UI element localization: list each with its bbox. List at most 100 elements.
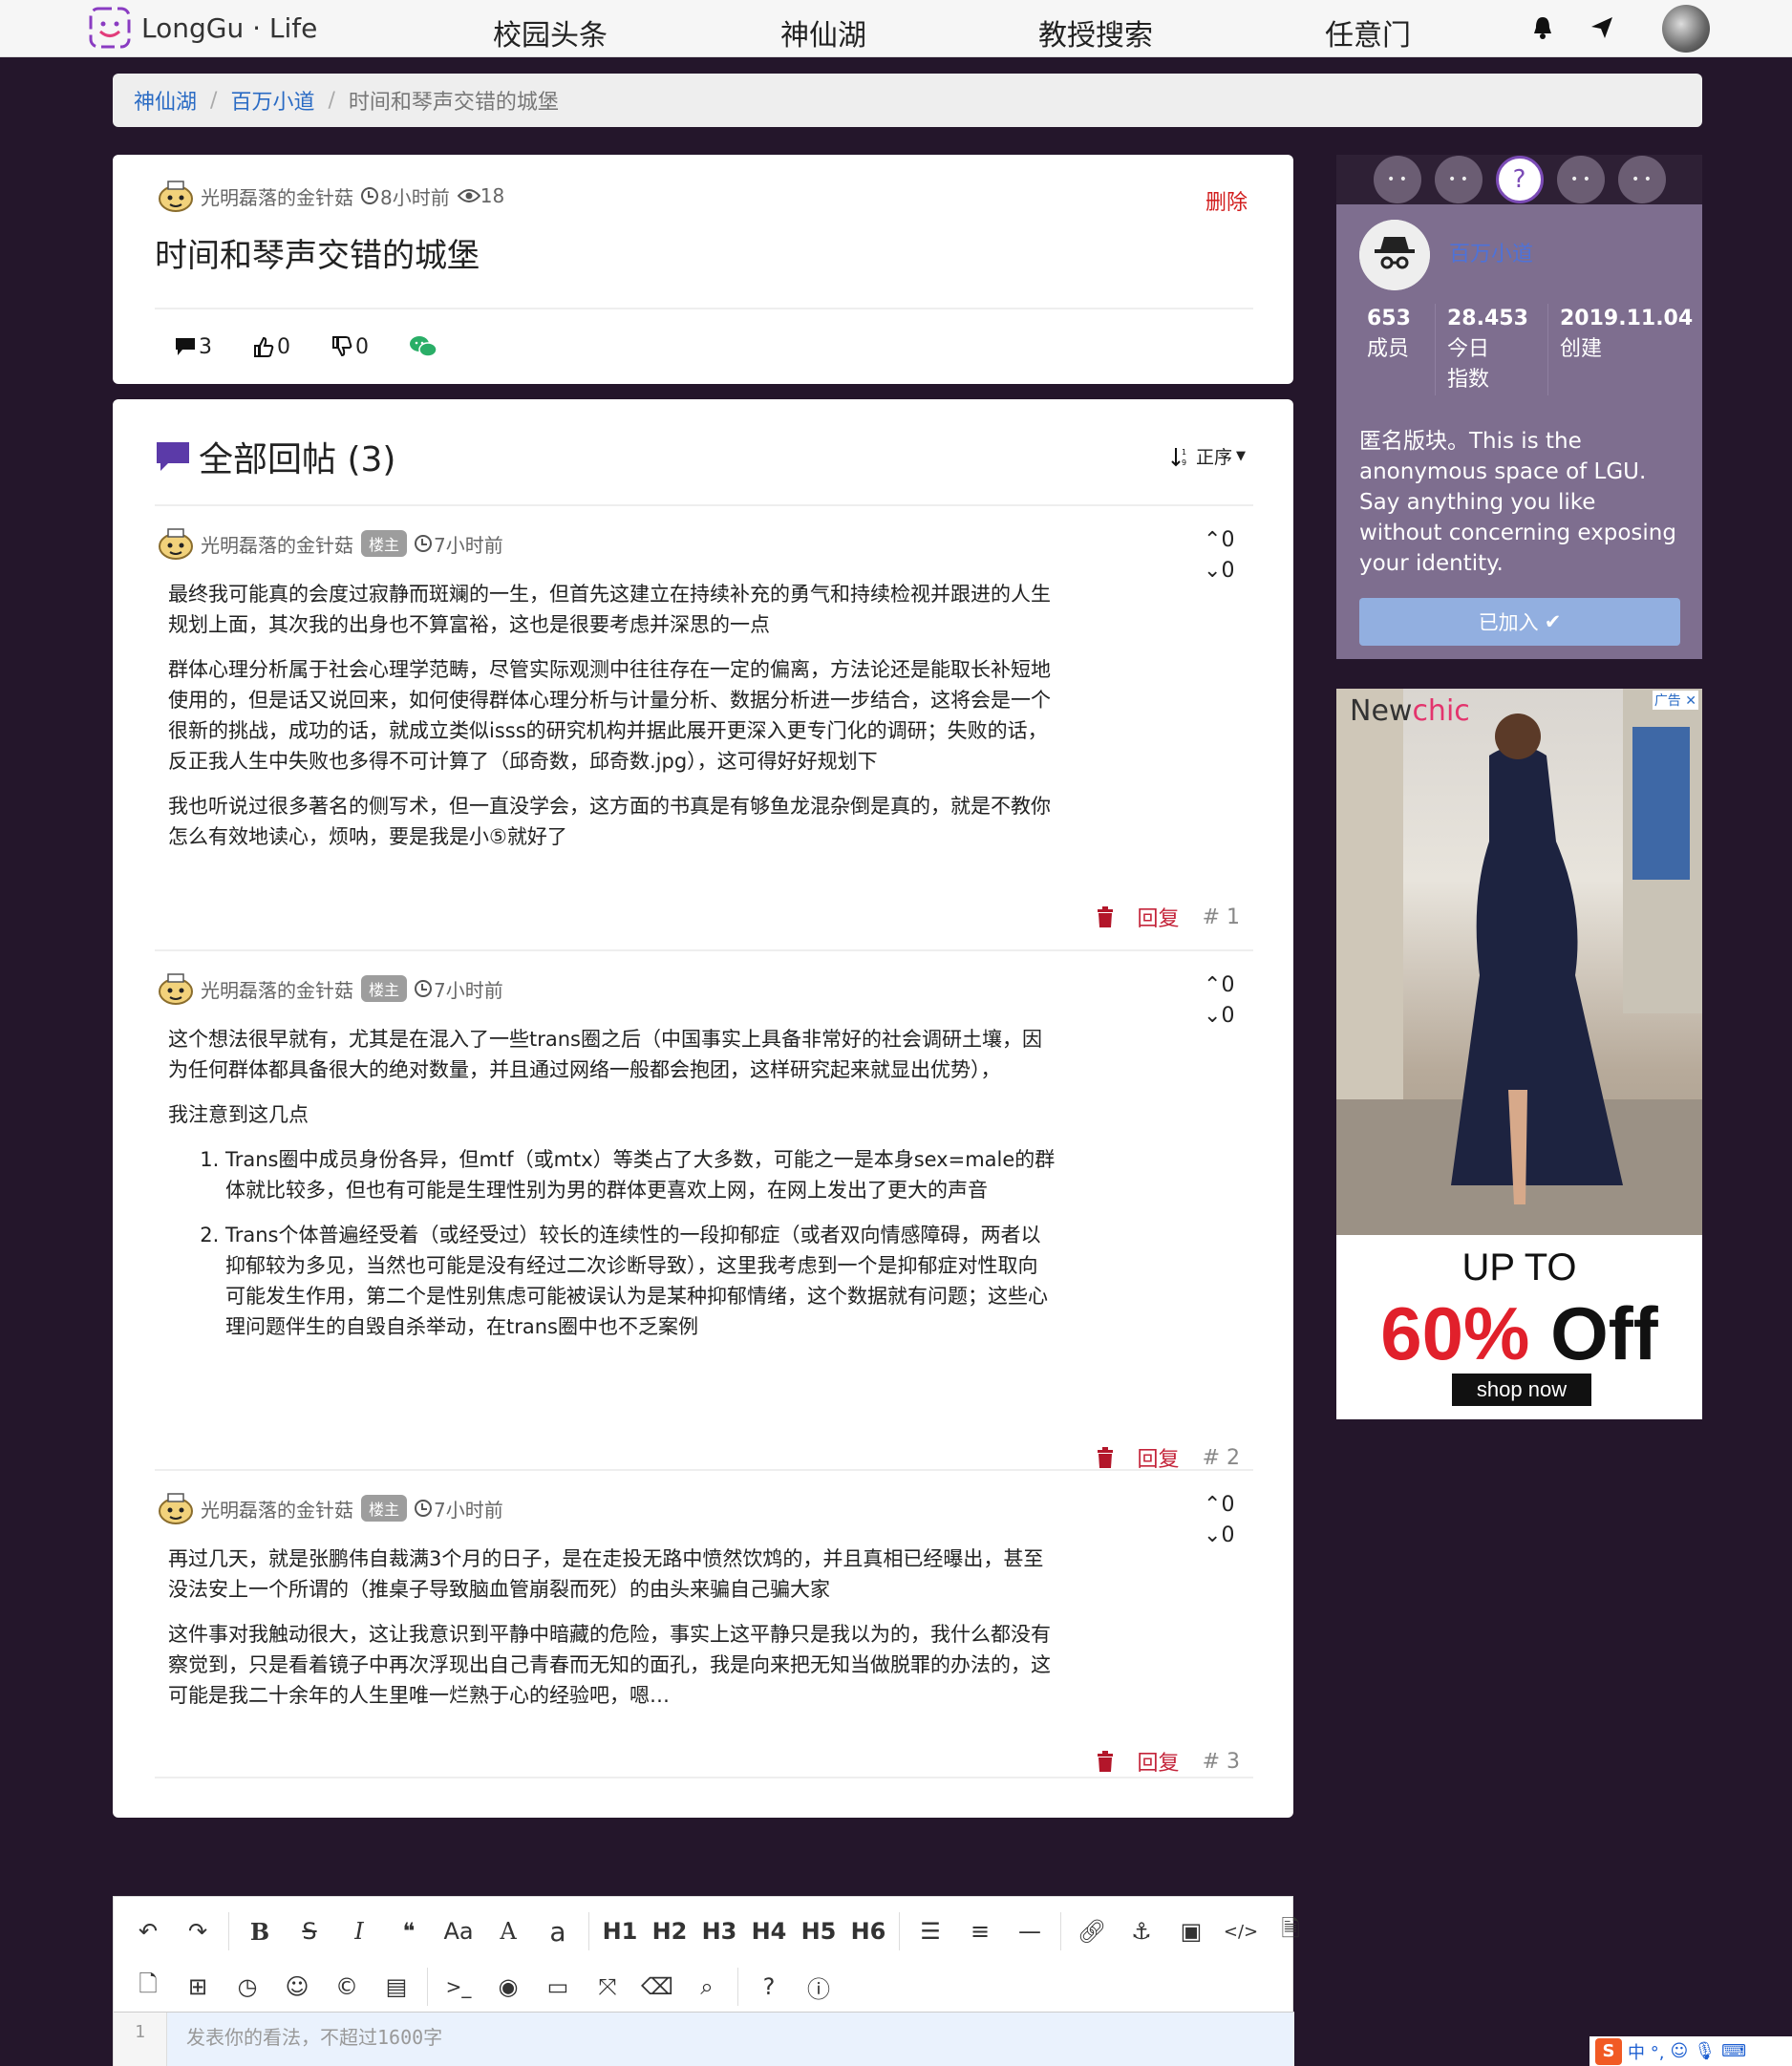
board-tab-icon[interactable]: • • [1556, 156, 1605, 203]
quote-icon[interactable]: ❝ [384, 1910, 434, 1952]
reply-author[interactable]: 光明磊落的金针菇 [201, 530, 353, 558]
op-badge: 楼主 [361, 1495, 408, 1522]
reply-paragraph: 群体心理分析属于社会心理学范畴，尽管实际观测中往往存在一定的偏离，方法论还是能取… [168, 658, 1051, 773]
vote-box: ⌃ 0 ⌄ 0 [1204, 1490, 1242, 1551]
post-author[interactable]: 光明磊落的金针菇 [201, 182, 353, 210]
board-tab-icon[interactable]: • • [1617, 156, 1666, 203]
terminal-icon[interactable]: >_ [434, 1966, 483, 2008]
clock-icon [415, 1500, 433, 1517]
italic-icon[interactable]: I [334, 1910, 384, 1952]
font-uppercase-icon[interactable]: A [483, 1910, 533, 1952]
numbered-list-icon[interactable]: ≡ [955, 1910, 1005, 1952]
question-mark-icon[interactable]: ? [1495, 156, 1544, 203]
trash-icon[interactable] [1096, 1446, 1115, 1469]
stat-index: 28.453 今日指数 [1436, 304, 1548, 395]
downvote-button[interactable]: ⌄ 0 [1204, 1001, 1242, 1032]
anchor-icon[interactable]: ⚓︎ [1117, 1910, 1166, 1952]
bold-icon[interactable]: B [235, 1910, 285, 1952]
table-icon[interactable]: ⊞ [173, 1966, 223, 2008]
editor-input[interactable]: 1 发表你的看法，不超过1600字 [114, 2012, 1294, 2066]
line-number: 1 [114, 2013, 167, 2066]
bullet-list-icon[interactable]: ☰ [906, 1910, 955, 1952]
reply-paragraph: 我也听说过很多著名的侧写术，但一直没学会，这方面的书真是有够鱼龙混杂倒是真的，就… [168, 795, 1051, 848]
nav-shenxian-lake[interactable]: 神仙湖 [780, 11, 866, 53]
ime-mode[interactable]: 中 °, [1628, 2039, 1664, 2064]
redo-icon[interactable]: ↷ [173, 1910, 223, 1952]
board-tab-icon[interactable]: • • [1373, 156, 1421, 203]
reply-button[interactable]: 回复 [1138, 1746, 1180, 1777]
nav-professor-search[interactable]: 教授搜索 [1038, 11, 1153, 53]
font-lowercase-icon[interactable]: a [533, 1910, 583, 1952]
preformatted-icon[interactable]: 🗋︎ [123, 1966, 173, 2008]
code-block-icon[interactable]: 🗎︎ [1266, 1910, 1315, 1952]
ime-toolbar[interactable]: S 中 °, ☺ 🎙︎ ⌨ [1589, 2036, 1792, 2066]
fullscreen-icon[interactable]: ⤧ [583, 1966, 632, 2008]
strikethrough-icon[interactable]: S [285, 1910, 334, 1952]
ad-shop-button[interactable]: shop now [1452, 1374, 1591, 1406]
close-icon[interactable]: ✕ [1685, 693, 1696, 709]
author-avatar-icon[interactable] [155, 970, 197, 1007]
author-avatar-icon[interactable] [155, 178, 197, 214]
joined-button[interactable]: 已加入 ✔ [1359, 598, 1680, 646]
site-logo[interactable]: LongGu · Life [88, 6, 317, 50]
upvote-button[interactable]: ⌃ 0 [1204, 970, 1242, 1001]
reply-author[interactable]: 光明磊落的金针菇 [201, 1495, 353, 1523]
like-button[interactable]: 0 [252, 335, 290, 359]
breadcrumb-board[interactable]: 百万小道 [230, 85, 314, 116]
nav-campus-news[interactable]: 校园头条 [493, 11, 608, 53]
info-icon[interactable]: ⓘ [794, 1966, 843, 2008]
nav-random-door[interactable]: 任意门 [1325, 11, 1411, 53]
bell-icon[interactable] [1532, 15, 1553, 40]
link-icon[interactable]: 🔗︎ [1067, 1910, 1117, 1952]
svg-text:9: 9 [1182, 458, 1186, 467]
image-icon[interactable]: ▣ [1166, 1910, 1216, 1952]
ad-tag[interactable]: 广告 ✕ [1652, 691, 1698, 710]
upvote-button[interactable]: ⌃ 0 [1204, 1490, 1242, 1521]
downvote-button[interactable]: ⌄ 0 [1204, 556, 1242, 586]
undo-icon[interactable]: ↶ [123, 1910, 173, 1952]
delete-post-button[interactable]: 删除 [1205, 185, 1248, 216]
board-name[interactable]: 百万小道 [1449, 237, 1533, 267]
dislike-button[interactable]: 0 [331, 335, 369, 359]
horizontal-rule-icon[interactable]: — [1005, 1910, 1055, 1952]
reply-author[interactable]: 光明磊落的金针菇 [201, 975, 353, 1003]
reply-button[interactable]: 回复 [1138, 902, 1180, 932]
h6-button[interactable]: H6 [843, 1910, 893, 1952]
h3-button[interactable]: H3 [694, 1910, 744, 1952]
emoji-icon[interactable]: ☺ [1670, 2041, 1688, 2061]
comment-count-button[interactable]: 3 [174, 335, 212, 359]
datetime-icon[interactable]: ◷ [223, 1966, 272, 2008]
help-icon[interactable]: ? [744, 1966, 794, 2008]
board-info-card: 百万小道 653 成员 28.453 今日指数 2019.11.04 创建 匿名版块。… [1336, 204, 1702, 659]
user-avatar[interactable] [1662, 5, 1710, 53]
wechat-share-button[interactable] [409, 334, 437, 359]
trash-icon[interactable] [1096, 905, 1115, 928]
eraser-icon[interactable]: ⌫ [632, 1966, 682, 2008]
html-entities-icon[interactable]: © [322, 1966, 372, 2008]
h4-button[interactable]: H4 [744, 1910, 794, 1952]
upvote-button[interactable]: ⌃ 0 [1204, 525, 1242, 556]
desktop-icon[interactable]: ▭ [533, 1966, 583, 2008]
h1-button[interactable]: H1 [595, 1910, 645, 1952]
downvote-button[interactable]: ⌄ 0 [1204, 1521, 1242, 1551]
author-avatar-icon[interactable] [155, 1490, 197, 1526]
author-avatar-icon[interactable] [155, 525, 197, 562]
sort-dropdown[interactable]: 19 正序 ▼ [1171, 443, 1246, 469]
send-icon[interactable] [1589, 15, 1614, 40]
search-icon[interactable]: ⌕ [682, 1966, 732, 2008]
uppercase-icon[interactable]: Aa [434, 1910, 483, 1952]
emoji-icon[interactable]: ☺ [272, 1966, 322, 2008]
trash-icon[interactable] [1096, 1750, 1115, 1773]
h5-button[interactable]: H5 [794, 1910, 843, 1952]
vote-box: ⌃ 0 ⌄ 0 [1204, 525, 1242, 586]
breadcrumb-shenxian-lake[interactable]: 神仙湖 [134, 85, 197, 116]
sort-label: 正序 [1195, 447, 1232, 468]
board-tab-icon[interactable]: • • [1434, 156, 1483, 203]
keyboard-icon[interactable]: ⌨ [1721, 2041, 1746, 2061]
code-icon[interactable]: </> [1216, 1910, 1266, 1952]
microphone-icon[interactable]: 🎙︎ [1694, 2041, 1716, 2061]
preview-eye-icon[interactable]: ◉ [483, 1966, 533, 2008]
pagebreak-icon[interactable]: ▤ [372, 1966, 421, 2008]
h2-button[interactable]: H2 [645, 1910, 694, 1952]
advertisement[interactable]: Newchic 广告 ✕ UP TO 60% Off shop now [1336, 689, 1702, 1419]
